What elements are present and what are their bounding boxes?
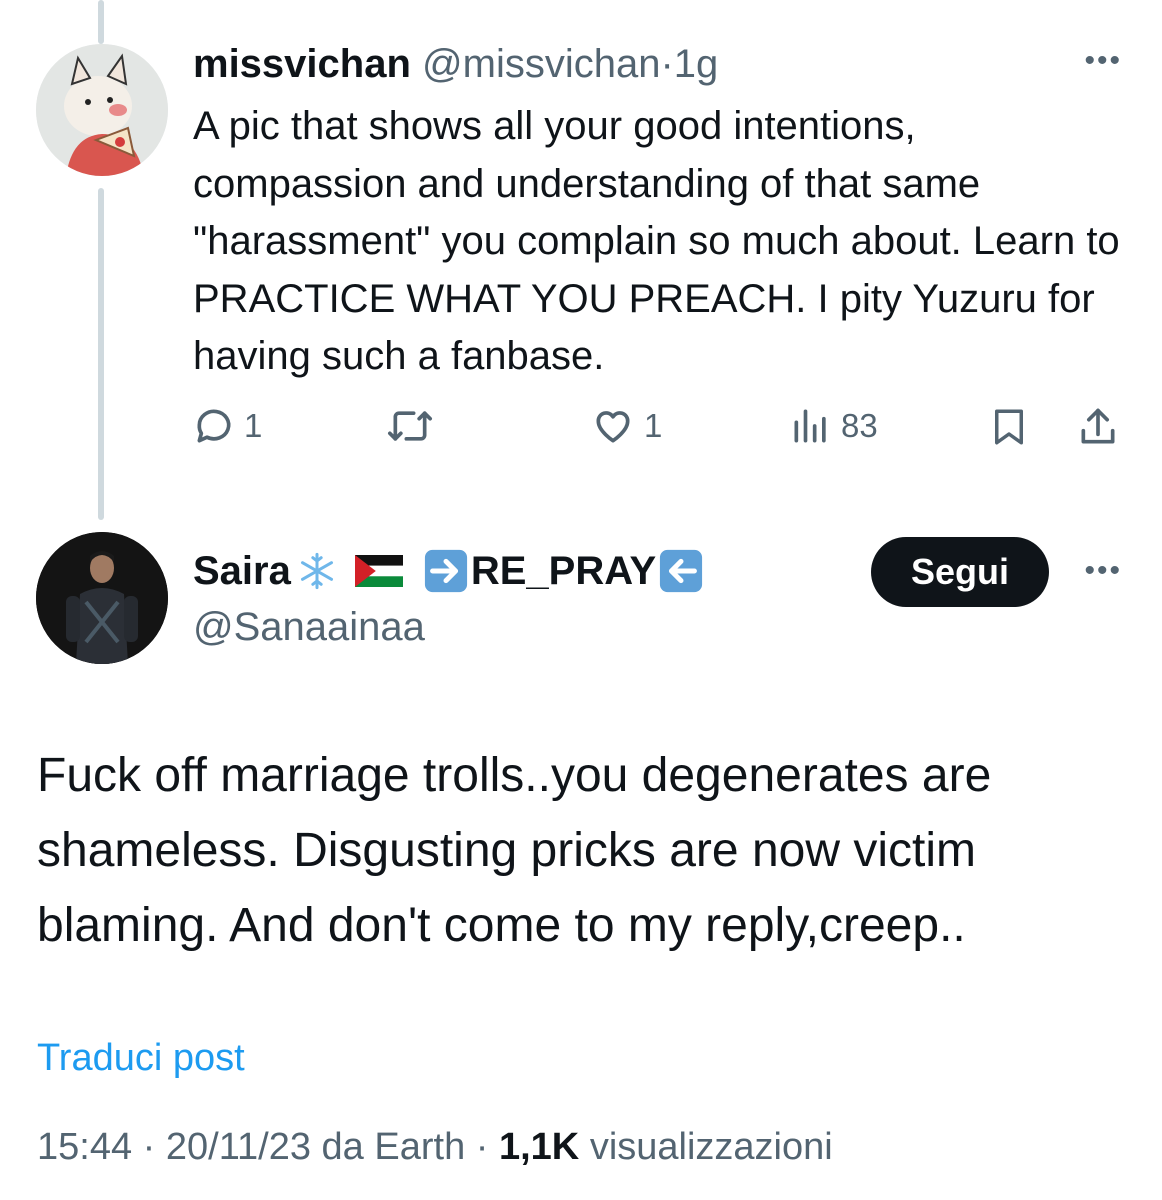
reply-display-name[interactable]: missvichan xyxy=(193,42,411,86)
more-options-button[interactable]: ••• xyxy=(1084,46,1122,76)
meta-separator: · xyxy=(475,1126,489,1168)
reply-header: missvichan @missvichan·1g xyxy=(193,40,718,88)
action-bar: 1 1 83 xyxy=(0,404,1162,460)
reply-handle[interactable]: @missvichan xyxy=(422,42,660,86)
author-name-suffix[interactable]: RE_PRAY xyxy=(471,546,656,596)
views-count[interactable]: 1,1K xyxy=(499,1126,579,1168)
tweet-source: da Earth xyxy=(321,1126,466,1168)
more-options-button[interactable]: ••• xyxy=(1084,556,1122,586)
like-icon xyxy=(596,411,630,443)
translate-post-link[interactable]: Traduci post xyxy=(37,1034,245,1082)
reply-text: A pic that shows all your good intention… xyxy=(193,104,1120,378)
repost-icon xyxy=(388,411,432,441)
follow-button[interactable]: Segui xyxy=(871,537,1049,607)
share-button[interactable] xyxy=(1076,404,1120,450)
snowflake-icon xyxy=(300,552,333,590)
like-count: 1 xyxy=(644,407,663,444)
bookmark-button[interactable] xyxy=(988,404,1030,450)
reply-icon xyxy=(197,409,231,443)
like-button[interactable]: 1 xyxy=(590,404,662,448)
reply-button[interactable]: 1 xyxy=(192,404,262,448)
bookmark-icon xyxy=(995,409,1023,445)
thread-line xyxy=(98,188,104,520)
avatar[interactable] xyxy=(36,44,168,176)
reply-count: 1 xyxy=(244,407,263,444)
thread-line-top xyxy=(98,0,104,44)
repost-button[interactable] xyxy=(386,404,434,448)
arrow-right-icon xyxy=(424,549,467,593)
tweet-detail-page: missvichan @missvichan·1g ••• A pic that… xyxy=(0,0,1162,1200)
arrow-left-icon xyxy=(660,549,703,593)
views-icon xyxy=(794,409,826,443)
tweet-time[interactable]: 15:44 xyxy=(37,1126,132,1168)
tweet-text: Fuck off marriage trolls..you degenerate… xyxy=(37,749,992,952)
author-name[interactable]: Saira RE_PRAY xyxy=(193,546,704,596)
avatar[interactable] xyxy=(36,532,168,664)
views-count: 83 xyxy=(841,407,878,444)
reply-time[interactable]: 1g xyxy=(674,42,719,86)
meta-separator: · xyxy=(142,1126,156,1168)
share-icon xyxy=(1081,408,1115,444)
tweet-date[interactable]: 20/11/23 xyxy=(166,1126,311,1168)
views-label[interactable]: visualizzazioni xyxy=(590,1126,833,1168)
author-display-name[interactable]: Saira xyxy=(193,546,291,596)
tweet-meta: 15:44 · 20/11/23 da Earth · 1,1K visuali… xyxy=(37,1122,833,1172)
separator: · xyxy=(660,42,674,86)
author-handle[interactable]: @Sanaainaa xyxy=(193,602,425,652)
views-button[interactable]: 83 xyxy=(789,404,878,448)
palestine-flag-icon xyxy=(354,555,403,587)
